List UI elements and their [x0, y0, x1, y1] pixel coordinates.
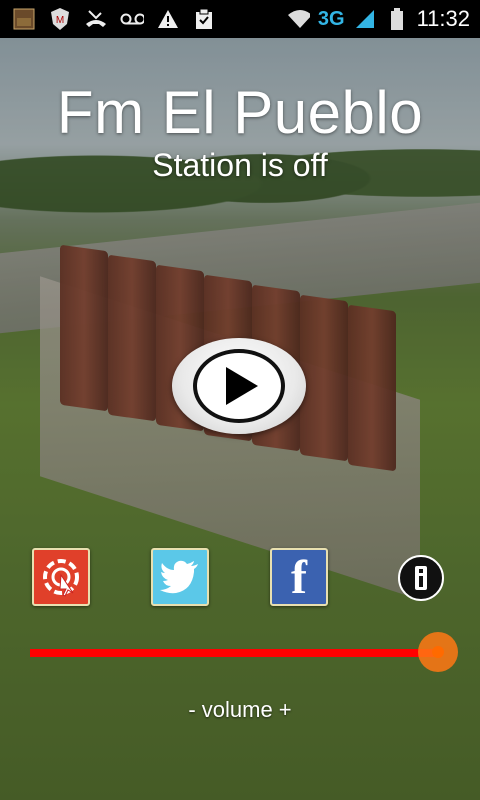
- voicemail-icon: [120, 7, 144, 31]
- app-thumbnail-icon: [12, 7, 36, 31]
- facebook-button[interactable]: f: [270, 548, 328, 606]
- volume-thumb[interactable]: [418, 632, 458, 672]
- info-button[interactable]: [398, 555, 444, 601]
- play-button[interactable]: [172, 338, 306, 434]
- battery-icon: [385, 7, 409, 31]
- network-type: 3G: [317, 7, 345, 30]
- volume-label: - volume +: [188, 697, 292, 722]
- twitter-icon: [160, 560, 198, 594]
- facebook-icon: f: [291, 550, 307, 604]
- clipboard-icon: [192, 7, 216, 31]
- shield-icon: M: [48, 7, 72, 31]
- play-icon: [226, 367, 258, 405]
- status-bar: M 3G 11:32: [0, 0, 480, 38]
- warning-icon: [156, 7, 180, 31]
- svg-text:M: M: [56, 15, 64, 26]
- wifi-icon: [286, 7, 310, 31]
- signal-icon: [353, 7, 377, 31]
- info-icon: [415, 566, 427, 590]
- station-status: Station is off: [152, 147, 328, 183]
- volume-fill: [30, 649, 440, 657]
- clock: 11:32: [416, 6, 470, 31]
- twitter-button[interactable]: [151, 548, 209, 606]
- station-title: Fm El Pueblo: [56, 79, 424, 146]
- volume-slider[interactable]: [30, 632, 458, 672]
- web-button[interactable]: [32, 548, 90, 606]
- missed-call-icon: [84, 7, 108, 31]
- web-icon: [43, 559, 79, 597]
